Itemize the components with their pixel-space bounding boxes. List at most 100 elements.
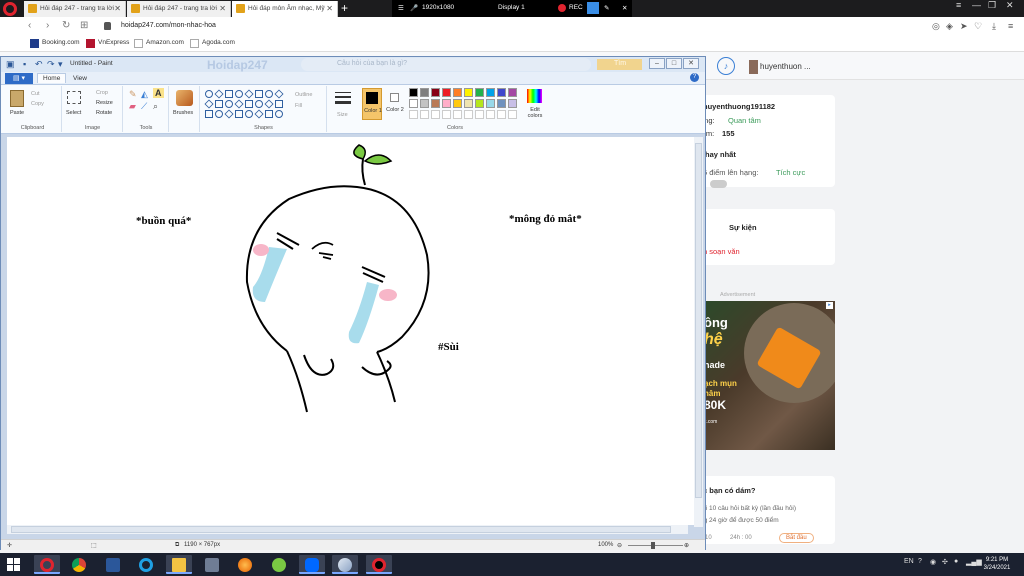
microphone-icon[interactable]: 🎤 (410, 4, 418, 12)
tray-app-icon[interactable]: ✣ (942, 558, 948, 566)
copy-button[interactable]: Copy (31, 101, 44, 107)
profile-username[interactable]: huyenthuong191182 (703, 102, 775, 111)
shape-option-icon[interactable] (265, 110, 273, 118)
drawing-canvas[interactable]: *buồn quá* *mông đỏ mắt* #Sùi (7, 137, 694, 525)
shape-option-icon[interactable] (235, 110, 243, 118)
color-swatch-empty[interactable] (453, 110, 462, 119)
shape-option-icon[interactable] (265, 90, 273, 98)
camera-icon[interactable]: ◎ (932, 21, 940, 32)
outline-button[interactable]: Outline (295, 92, 312, 98)
back-arrow-icon[interactable]: ‹ (28, 20, 31, 31)
close-icon[interactable]: ✕ (1006, 0, 1014, 11)
cut-button[interactable]: Cut (31, 91, 40, 97)
customize-toolbar-icon[interactable]: ▾ (58, 59, 63, 70)
taskbar-app[interactable] (266, 555, 292, 574)
shape-option-icon[interactable] (275, 100, 283, 108)
color-swatch[interactable] (497, 99, 506, 108)
color-swatch-empty[interactable] (420, 110, 429, 119)
color-swatch[interactable] (420, 99, 429, 108)
tray-app-icon[interactable]: ● (954, 558, 958, 565)
paste-button[interactable]: Paste (10, 110, 24, 116)
stop-box-icon[interactable] (587, 2, 599, 14)
rotate-button[interactable]: Rotate (96, 110, 112, 116)
color-swatch-empty[interactable] (475, 110, 484, 119)
shape-option-icon[interactable] (225, 100, 233, 108)
maximize-icon[interactable]: □ (666, 58, 682, 69)
shape-option-icon[interactable] (235, 90, 243, 98)
follow-button[interactable]: Quan tâm (728, 116, 761, 125)
color-swatch[interactable] (442, 88, 451, 97)
resize-button[interactable]: Resize (96, 100, 113, 106)
color-swatch[interactable] (508, 99, 517, 108)
browser-tab[interactable]: Hỏi đáp 247 - trang tra lời ✕ (127, 1, 231, 17)
events-item[interactable]: n soạn văn (703, 247, 740, 256)
zoom-slider[interactable] (628, 545, 683, 546)
tray-app-icon[interactable]: ◉ (930, 558, 936, 566)
browser-tab-active[interactable]: Hỏi đáp môn Âm nhạc, Mỹ ✕ (232, 1, 338, 17)
tray-language[interactable]: EN (904, 558, 914, 565)
color-swatch[interactable] (442, 99, 451, 108)
opera-logo-icon[interactable] (3, 2, 17, 16)
color-swatch[interactable] (475, 99, 484, 108)
color-swatch[interactable] (508, 88, 517, 97)
taskbar-paint[interactable] (332, 555, 358, 574)
recorder-menu-icon[interactable]: ☰ (398, 4, 404, 12)
color2-selector[interactable]: Color 2 (385, 88, 405, 120)
color-swatch[interactable] (475, 88, 484, 97)
shape-option-icon[interactable] (274, 89, 284, 99)
shape-option-icon[interactable] (245, 100, 253, 108)
windows-start-icon[interactable] (7, 558, 21, 572)
save-icon[interactable]: ▪ (23, 59, 26, 69)
color1-selector[interactable]: Color 1 (362, 88, 382, 120)
heart-icon[interactable]: ♡ (974, 21, 982, 32)
close-icon[interactable]: ✕ (326, 4, 333, 13)
taskbar-opera[interactable] (34, 555, 60, 574)
size-line-icon[interactable] (335, 92, 351, 93)
close-icon[interactable]: ✕ (114, 4, 121, 13)
pen-icon[interactable]: ✎ (604, 4, 609, 12)
taskbar-explorer[interactable] (166, 555, 192, 574)
shape-option-icon[interactable] (204, 99, 214, 109)
color-swatch[interactable] (431, 99, 440, 108)
shape-option-icon[interactable] (254, 109, 264, 119)
color-swatch[interactable] (486, 99, 495, 108)
site-user-name[interactable]: huyenthuon ... (760, 62, 811, 71)
browser-tab[interactable]: Hỏi đáp 247 - trang tra lời ✕ (24, 1, 126, 17)
reload-icon[interactable]: ↻ (62, 20, 70, 31)
zoom-slider-thumb[interactable] (651, 542, 655, 549)
edit-colors-button[interactable]: Edit colors (525, 107, 545, 119)
shape-option-icon[interactable] (245, 110, 253, 118)
shape-option-icon[interactable] (255, 90, 263, 98)
speed-dial-icon[interactable]: ⊞ (80, 20, 88, 31)
color-swatch-empty[interactable] (486, 110, 495, 119)
color-swatch[interactable] (453, 99, 462, 108)
avatar[interactable] (749, 60, 758, 74)
magnifier-icon[interactable]: ⌕ (153, 101, 158, 112)
download-icon[interactable]: ⤓ (992, 21, 996, 32)
crop-button[interactable]: Crop (96, 90, 108, 96)
color-swatch-empty[interactable] (409, 110, 418, 119)
shape-option-icon[interactable] (224, 109, 234, 119)
fill-button[interactable]: Fill (295, 103, 302, 109)
taskbar-word[interactable] (100, 555, 126, 574)
tab-view[interactable]: View (68, 74, 92, 83)
color-swatch[interactable] (409, 99, 418, 108)
taskbar-zalo[interactable] (299, 555, 325, 574)
close-icon[interactable]: ✕ (622, 4, 627, 12)
color-swatch-empty[interactable] (464, 110, 473, 119)
forward-arrow-icon[interactable]: › (46, 20, 49, 31)
horizontal-scrollbar[interactable] (7, 525, 688, 534)
zoom-out-icon[interactable]: ⊖ (617, 542, 622, 549)
tab-search-icon[interactable]: ≡ (956, 0, 961, 10)
color-swatch[interactable] (497, 88, 506, 97)
shape-option-icon[interactable] (205, 110, 213, 118)
maximize-icon[interactable]: ❐ (988, 0, 996, 11)
taskbar-chrome[interactable] (66, 555, 92, 574)
taskbar-clock[interactable]: 9:21 PM 3/24/2021 (975, 556, 1019, 572)
start-challenge-button[interactable]: Bắt đầu (779, 533, 814, 543)
color-swatch-empty[interactable] (497, 110, 506, 119)
url-field[interactable]: hoidap247.com/mon-nhac-hoa (121, 22, 216, 29)
zoom-in-icon[interactable]: ⊕ (684, 542, 689, 549)
taskbar-recorder[interactable] (366, 555, 392, 574)
taskbar-media[interactable] (199, 555, 225, 574)
